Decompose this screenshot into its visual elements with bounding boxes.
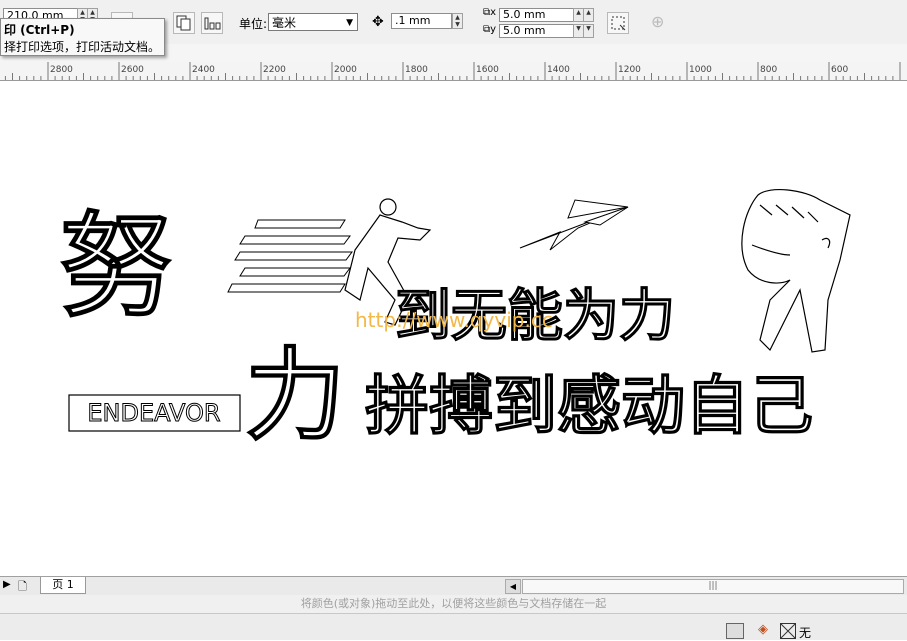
scroll-left-button[interactable]: ◀ — [505, 579, 521, 594]
no-fill-icon[interactable] — [780, 623, 796, 639]
endeavor-text: ENDEAVOR — [87, 399, 220, 427]
nudge-spinner[interactable]: ▲ ▼ — [452, 13, 463, 29]
watermark-url: http://www.qyvip.cc — [355, 308, 553, 332]
tooltip-description: 择打印选项，打印活动文档。 — [4, 40, 161, 54]
current-page-button[interactable] — [201, 12, 223, 34]
prev-page-icon[interactable]: ▶ — [3, 579, 11, 590]
paper-plane-icon — [519, 199, 629, 251]
duplicate-x-lock[interactable]: ▲ — [583, 8, 594, 22]
ruler-label: 600 — [831, 65, 849, 75]
fill-bucket-icon[interactable]: ◈ — [758, 622, 768, 637]
unit-select[interactable]: 毫米 ▼ — [268, 13, 358, 31]
ruler-label: 1800 — [405, 65, 428, 75]
scroll-grip[interactable]: ||| — [708, 581, 717, 591]
horizontal-scrollbar[interactable]: ||| — [522, 579, 904, 594]
duplicate-y-icon: ⧉y — [483, 24, 497, 35]
ruler-label: 1600 — [476, 65, 499, 75]
speed-lines — [227, 219, 353, 293]
palette-hint-text: 将颜色(或对象)拖动至此处，以便将这些颜色与文档存储在一起 — [300, 597, 607, 610]
duplicate-x-icon: ⧉x — [483, 7, 497, 18]
big-char-li: 力 — [245, 337, 345, 454]
duplicate-x-field[interactable]: 5.0 mm — [499, 8, 574, 22]
page-tab[interactable]: 页 1 — [40, 577, 86, 594]
ruler-label: 2400 — [192, 65, 215, 75]
fist-icon — [741, 189, 851, 353]
horizontal-ruler[interactable]: 2800 2600 2400 2200 2000 1800 1600 1400 1200 1000… — [0, 62, 907, 81]
bar-layout-icon — [204, 17, 221, 30]
ruler-label: 1400 — [547, 65, 570, 75]
ruler-label: 2800 — [50, 65, 73, 75]
tooltip-title: 印 (Ctrl+P) — [4, 23, 75, 37]
ruler-label: 2600 — [121, 65, 144, 75]
slogan-line-2: 拼搏到感动自己 — [365, 370, 813, 444]
unit-select-value: 毫米 — [272, 16, 297, 30]
big-char-nu: 努 — [60, 202, 172, 332]
all-pages-button[interactable] — [173, 12, 195, 34]
ruler-label: 1200 — [618, 65, 641, 75]
dashed-select-icon — [611, 16, 626, 31]
ruler-label: 2200 — [263, 65, 286, 75]
nudge-distance-field[interactable]: .1 mm — [391, 13, 452, 29]
ruler-label: 800 — [760, 65, 778, 75]
document-palette-hint: 将颜色(或对象)拖动至此处，以便将这些颜色与文档存储在一起 — [0, 595, 907, 613]
chevron-down-icon: ▼ — [346, 18, 353, 28]
nudge-icon: ✥ — [372, 14, 384, 30]
ruler-label: 1000 — [689, 65, 712, 75]
add-icon[interactable]: ⊕ — [651, 12, 664, 31]
ruler-label: 2000 — [334, 65, 357, 75]
duplicate-y-field[interactable]: 5.0 mm — [499, 24, 574, 38]
pages-icon — [176, 15, 191, 31]
duplicate-y-lock[interactable]: ▼ — [583, 24, 594, 38]
unit-label: 单位: — [239, 17, 268, 31]
fill-none-label: 无 — [799, 626, 812, 640]
drawing-canvas[interactable]: 努 力 到无能为力 拼搏到感动自己 ENDEAVOR http://www.qy… — [0, 81, 907, 576]
bottom-status-bar: ◈ 无 — [0, 613, 907, 640]
treat-as-filled-button[interactable] — [607, 12, 629, 34]
artwork: 努 力 到无能为力 拼搏到感动自己 ENDEAVOR http://www.qy… — [59, 189, 851, 455]
page-status-bar: ▶ 🗋 页 1 ◀ ||| — [0, 576, 907, 595]
color-proof-icon[interactable] — [726, 623, 744, 639]
print-tooltip: 印 (Ctrl+P) 择打印选项，打印活动文档。 — [0, 18, 165, 56]
